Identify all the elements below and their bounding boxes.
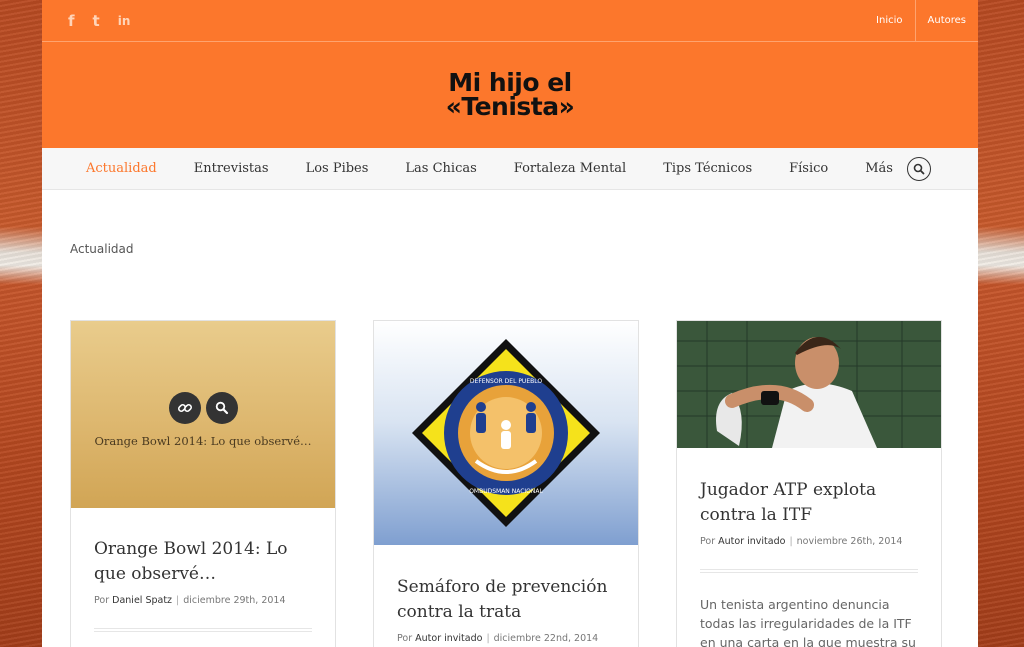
divider bbox=[700, 569, 918, 573]
nav-item-fortaleza-mental[interactable]: Fortaleza Mental bbox=[514, 161, 626, 176]
post-thumbnail[interactable]: Orange Bowl 2014: Lo que observé… bbox=[71, 321, 335, 508]
post-thumbnail[interactable] bbox=[677, 321, 941, 448]
top-link-inicio[interactable]: Inicio bbox=[864, 0, 914, 41]
post-title[interactable]: Jugador ATP explota contra la ITF bbox=[700, 478, 918, 528]
divider bbox=[94, 628, 312, 632]
emblem-text-top: DEFENSOR DEL PUEBLO bbox=[470, 378, 542, 385]
post-title[interactable]: Orange Bowl 2014: Lo que observé… bbox=[94, 537, 312, 587]
permalink-button[interactable] bbox=[168, 392, 201, 424]
nav-item-entrevistas[interactable]: Entrevistas bbox=[194, 161, 269, 176]
background-clay-right bbox=[978, 0, 1024, 647]
nav-item-fisico[interactable]: Físico bbox=[789, 161, 828, 176]
post-card: DEFENSOR DEL PUEBLO OMBUDSMAN NACIONAL S… bbox=[373, 320, 639, 647]
post-card: Jugador ATP explota contra la ITF Por Au… bbox=[676, 320, 942, 647]
post-date: diciembre 29th, 2014 bbox=[183, 595, 286, 606]
thumbnail-actions bbox=[71, 392, 335, 424]
main-nav: Actualidad Entrevistas Los Pibes Las Chi… bbox=[42, 148, 978, 190]
meta-by: Por bbox=[700, 536, 716, 547]
post-meta: Por Daniel Spatz | diciembre 29th, 2014 bbox=[94, 595, 286, 606]
meta-by: Por bbox=[397, 633, 413, 644]
tennis-player-photo bbox=[677, 321, 941, 448]
post-meta: Por Autor invitado | noviembre 26th, 2014 bbox=[700, 536, 903, 547]
nav-item-los-pibes[interactable]: Los Pibes bbox=[306, 161, 369, 176]
nav-item-mas[interactable]: Más bbox=[865, 161, 893, 176]
linkedin-icon[interactable]: in bbox=[118, 14, 131, 28]
post-author[interactable]: Autor invitado bbox=[415, 633, 482, 644]
site-logo[interactable]: Mi hijo el «Tenista» bbox=[445, 70, 575, 121]
post-date: noviembre 26th, 2014 bbox=[796, 536, 903, 547]
post-body: Orange Bowl 2014: Lo que observé… Por Da… bbox=[71, 508, 335, 632]
meta-by: Por bbox=[94, 595, 110, 606]
post-title[interactable]: Semáforo de prevención contra la trata bbox=[397, 575, 615, 625]
facebook-icon[interactable]: f bbox=[68, 12, 75, 30]
post-excerpt: Un tenista argentino denuncia todas las … bbox=[700, 597, 916, 647]
nav-item-actualidad[interactable]: Actualidad bbox=[86, 161, 157, 176]
emblem-text-side: OMBUDSMAN NACIONAL bbox=[469, 488, 543, 495]
post-body: Semáforo de prevención contra la trata P… bbox=[374, 545, 638, 644]
twitter-icon[interactable]: t bbox=[93, 12, 100, 30]
zoom-button[interactable] bbox=[205, 392, 238, 424]
search-button[interactable] bbox=[906, 156, 931, 181]
top-links: Inicio Autores bbox=[864, 0, 978, 41]
post-card: Orange Bowl 2014: Lo que observé… Orange… bbox=[70, 320, 336, 647]
logo-line-2: «Tenista» bbox=[445, 92, 575, 121]
search-icon bbox=[913, 163, 925, 174]
nav-item-las-chicas[interactable]: Las Chicas bbox=[405, 161, 476, 176]
post-date: diciembre 22nd, 2014 bbox=[493, 633, 599, 644]
post-author[interactable]: Autor invitado bbox=[718, 536, 785, 547]
link-icon bbox=[177, 403, 192, 413]
post-thumbnail[interactable]: DEFENSOR DEL PUEBLO OMBUDSMAN NACIONAL bbox=[374, 321, 638, 545]
post-author[interactable]: Daniel Spatz bbox=[112, 595, 172, 606]
site-header: Mi hijo el «Tenista» bbox=[42, 42, 978, 148]
nav-item-tips-tecnicos[interactable]: Tips Técnicos bbox=[663, 161, 752, 176]
post-meta: Por Autor invitado | diciembre 22nd, 2014 bbox=[397, 633, 599, 644]
top-link-autores[interactable]: Autores bbox=[914, 0, 978, 41]
social-links: f t in bbox=[68, 12, 130, 30]
background-clay-left bbox=[0, 0, 42, 647]
top-bar: f t in Inicio Autores bbox=[42, 0, 978, 42]
magnifier-icon bbox=[215, 401, 228, 415]
post-body: Jugador ATP explota contra la ITF Por Au… bbox=[677, 448, 941, 647]
thumbnail-title: Orange Bowl 2014: Lo que observé… bbox=[94, 434, 312, 448]
ombudsman-emblem-icon: DEFENSOR DEL PUEBLO OMBUDSMAN NACIONAL bbox=[412, 339, 600, 527]
page-container: f t in Inicio Autores Mi hijo el «Tenist… bbox=[42, 0, 978, 647]
breadcrumb: Actualidad bbox=[70, 242, 134, 256]
